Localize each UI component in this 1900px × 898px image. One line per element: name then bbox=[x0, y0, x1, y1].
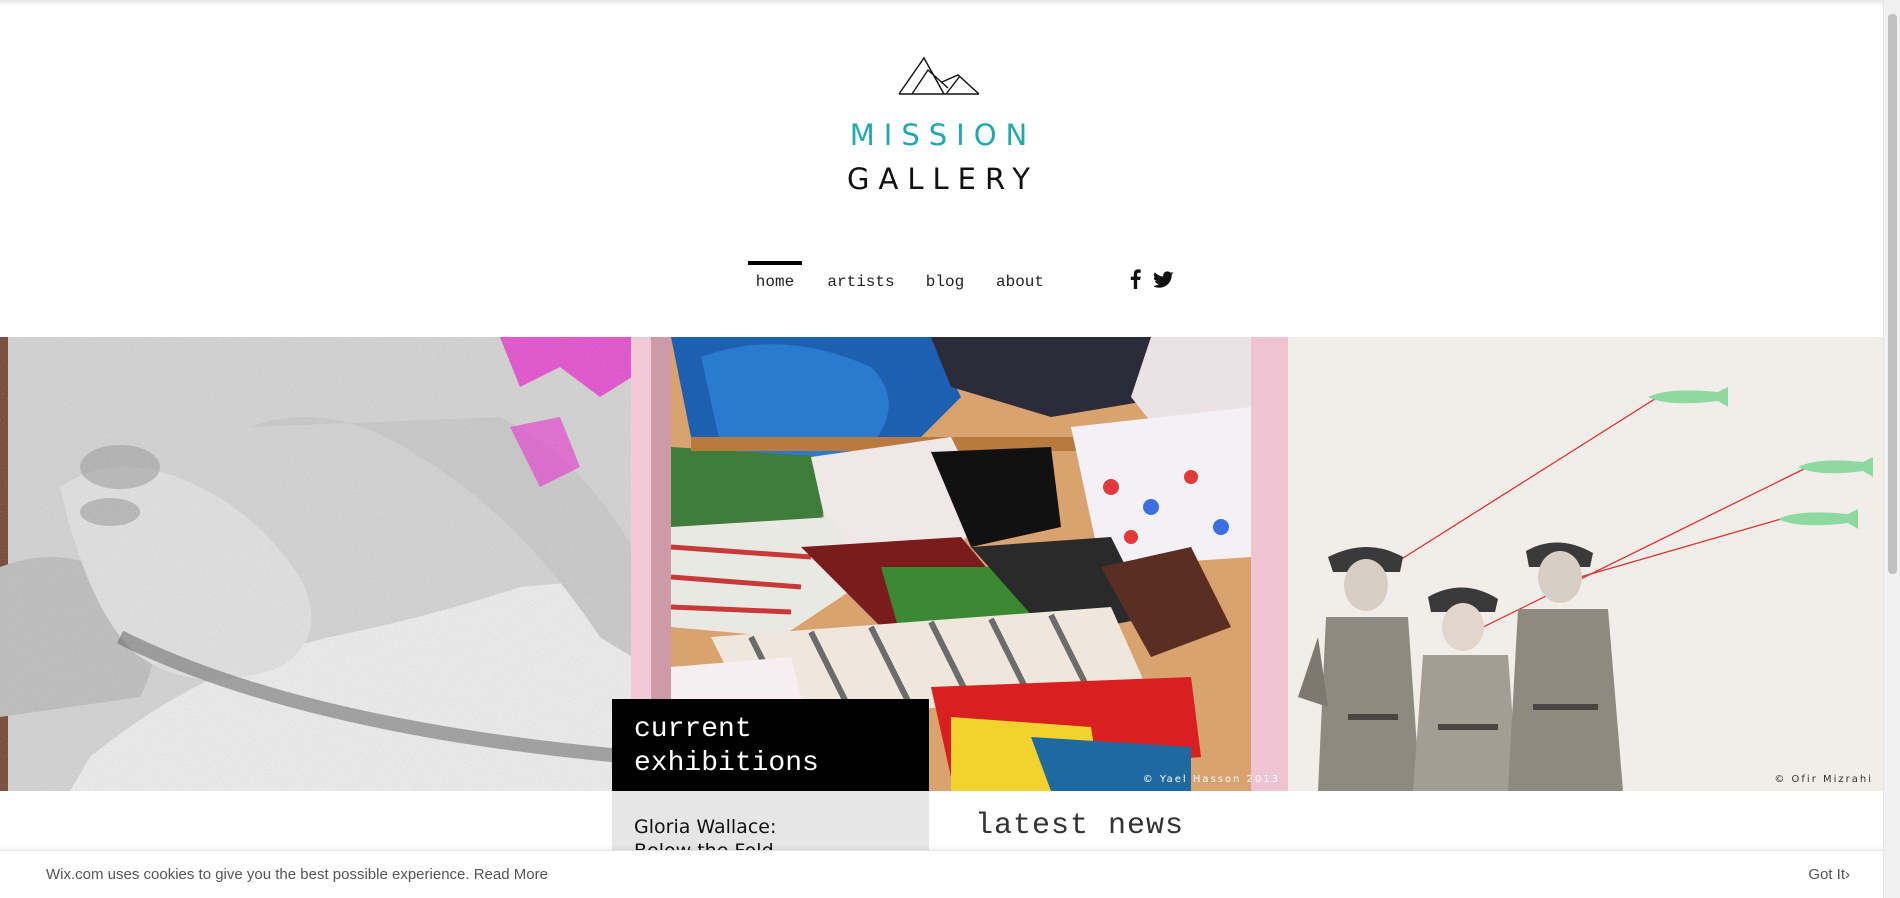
nav-item-about[interactable]: about bbox=[990, 261, 1050, 295]
exhibition-title-line1: Gloria Wallace: bbox=[634, 816, 777, 838]
logo-text-gallery: GALLERY bbox=[847, 162, 1039, 196]
nav-item-blog[interactable]: blog bbox=[920, 261, 970, 295]
facebook-icon[interactable] bbox=[1128, 269, 1142, 289]
artwork-credit: © Ofir Mizrahi bbox=[1774, 774, 1873, 785]
read-more-link[interactable]: Read More bbox=[474, 866, 548, 883]
page: MISSION GALLERY home artists blog about bbox=[0, 0, 1883, 898]
scrollbar-thumb[interactable] bbox=[1888, 14, 1897, 574]
site-logo[interactable]: MISSION GALLERY bbox=[838, 52, 1048, 202]
cookie-message: Wix.com uses cookies to give you the bes… bbox=[46, 866, 548, 883]
current-exhibitions-title-line1: current bbox=[634, 714, 752, 745]
nav-item-home[interactable]: home bbox=[748, 261, 802, 295]
artwork-grayscale-figure[interactable] bbox=[0, 337, 632, 791]
nav-item-artists[interactable]: artists bbox=[826, 261, 896, 295]
scrollbar[interactable] bbox=[1883, 0, 1900, 898]
grayscale-figure-artwork bbox=[0, 337, 632, 791]
got-it-button[interactable]: Got It› bbox=[1808, 866, 1850, 883]
artwork-credit: © Yael Hasson 2013 bbox=[1142, 774, 1280, 785]
girl-scouts-kites-collage-artwork bbox=[1288, 337, 1883, 791]
top-shadow bbox=[0, 0, 1883, 6]
chevron-right-icon: › bbox=[1845, 866, 1850, 883]
current-exhibitions-heading-box: current exhibitions bbox=[612, 699, 929, 791]
logo-text-mission: MISSION bbox=[849, 118, 1037, 152]
cookie-banner: Wix.com uses cookies to give you the bes… bbox=[0, 850, 1900, 898]
current-exhibitions-title: current exhibitions bbox=[634, 713, 819, 781]
twitter-icon[interactable] bbox=[1154, 269, 1174, 289]
artwork-strip: © Yael Hasson 2013 © Ofir Mizrahi bbox=[0, 337, 1883, 791]
artwork-girl-scouts-collage[interactable]: © Ofir Mizrahi bbox=[1288, 337, 1883, 791]
main-nav: home artists blog about bbox=[748, 261, 1050, 295]
cookie-text: Wix.com uses cookies to give you the bes… bbox=[46, 866, 470, 883]
got-it-label: Got It bbox=[1808, 866, 1845, 883]
latest-news-heading: latest news bbox=[975, 809, 1185, 843]
mountain-logo-icon bbox=[898, 56, 980, 95]
current-exhibitions-title-line2: exhibitions bbox=[634, 748, 819, 779]
